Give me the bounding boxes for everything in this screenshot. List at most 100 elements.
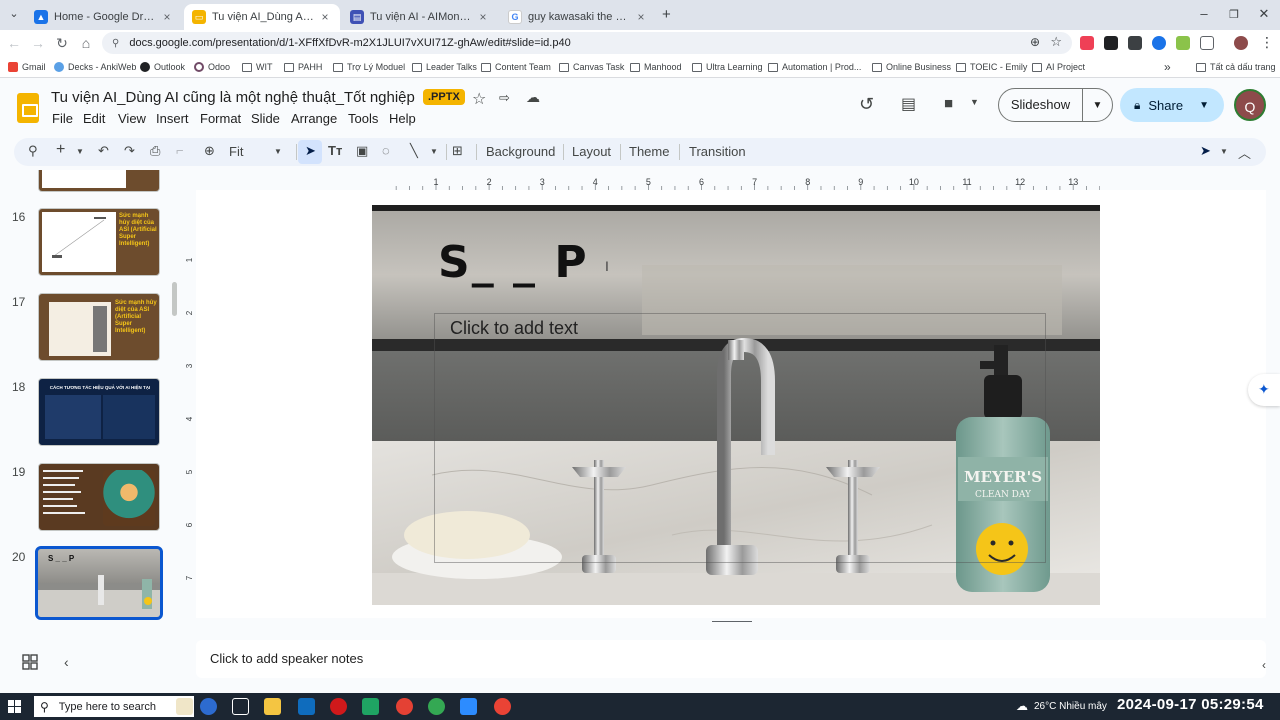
- bookmark-star-icon[interactable]: ☆: [1050, 34, 1062, 50]
- slide-thumbnail[interactable]: Sức mạnh hủy diệt của ASI (Artificial Su…: [38, 293, 160, 361]
- slide-title[interactable]: S_ _ P: [438, 237, 589, 288]
- line-icon[interactable]: ╲: [410, 143, 418, 159]
- menu-help[interactable]: Help: [389, 111, 416, 126]
- chevron-up-icon[interactable]: ︿: [1238, 143, 1251, 162]
- theme-button[interactable]: Theme: [629, 144, 669, 159]
- chevron-down-icon[interactable]: ▼: [1083, 100, 1112, 111]
- url-input[interactable]: ⚲ docs.google.com/presentation/d/1-XFffX…: [102, 32, 1072, 54]
- grid-view-icon[interactable]: [22, 654, 38, 670]
- zoom-icon[interactable]: ⊕: [204, 143, 215, 159]
- home-icon[interactable]: ⌂: [76, 34, 96, 52]
- opera-icon[interactable]: [330, 698, 347, 715]
- window-close-icon[interactable]: ✕: [1254, 6, 1274, 22]
- back-icon[interactable]: ←: [4, 34, 24, 52]
- bookmark-folder-pahh[interactable]: PAHH: [284, 59, 322, 75]
- extension-icon[interactable]: [1152, 36, 1166, 50]
- account-avatar[interactable]: Q: [1234, 89, 1266, 121]
- ai-assist-button[interactable]: ✦: [1248, 374, 1280, 406]
- close-icon[interactable]: ×: [318, 10, 332, 24]
- forward-icon[interactable]: →: [28, 34, 48, 52]
- close-icon[interactable]: ×: [634, 10, 648, 24]
- share-button[interactable]: 🔒︎ Share ▼: [1120, 88, 1224, 122]
- move-folder-icon[interactable]: ⇨: [499, 90, 510, 106]
- new-slide-icon[interactable]: +: [56, 141, 65, 159]
- bookmark-folder-content-team[interactable]: Content Team: [481, 59, 551, 75]
- puzzle-icon[interactable]: [1200, 36, 1214, 50]
- bookmark-folder-tro-ly[interactable]: Trợ Lý Moduel: [333, 59, 405, 75]
- pen-mode-icon[interactable]: ➤: [1200, 143, 1211, 159]
- chevron-down-icon[interactable]: ▼: [430, 147, 438, 156]
- document-title[interactable]: Tu viện AI_Dùng AI cũng là một nghệ thuậ…: [51, 89, 415, 106]
- layout-button[interactable]: Layout: [572, 144, 611, 159]
- bookmark-folder-ultra-learning[interactable]: Ultra Learning: [692, 59, 763, 75]
- chevron-down-icon[interactable]: ▼: [76, 147, 84, 156]
- slides-logo-icon[interactable]: [17, 93, 39, 123]
- bookmark-folder-online-business[interactable]: Online Business: [872, 59, 951, 75]
- tab-aimonastery[interactable]: ▤ Tu viện AI - AIMonastery (AIM) ×: [342, 4, 498, 30]
- undo-icon[interactable]: ↶: [98, 143, 109, 159]
- site-info-icon[interactable]: ⚲: [112, 38, 119, 49]
- chevron-down-icon[interactable]: ▼: [970, 97, 979, 107]
- bookmark-ankiweb[interactable]: Decks - AnkiWeb: [54, 59, 136, 75]
- vertical-ruler[interactable]: 1 2 3 4 5 6 7: [182, 206, 196, 606]
- file-explorer-icon[interactable]: [264, 698, 281, 715]
- close-icon[interactable]: ×: [160, 10, 174, 24]
- bookmark-folder-leader-talks[interactable]: Leader Talks: [412, 59, 477, 75]
- menu-edit[interactable]: Edit: [83, 111, 105, 126]
- extension-icon[interactable]: [1104, 36, 1118, 50]
- background-button[interactable]: Background: [486, 144, 555, 159]
- bookmark-folder-toeic[interactable]: TOEIC - Emily: [956, 59, 1027, 75]
- slide-canvas[interactable]: MEYER'S CLEAN DAY S_ _ P Click to add te…: [372, 205, 1100, 605]
- slide-thumbnail[interactable]: Sức mạnh hủy diệt của ASI (Artificial Su…: [38, 208, 160, 276]
- sticky-notes-icon[interactable]: [176, 698, 193, 715]
- chrome-icon[interactable]: [494, 698, 511, 715]
- app-icon[interactable]: [200, 698, 217, 715]
- menu-format[interactable]: Format: [200, 111, 241, 126]
- slide-thumbnail[interactable]: [38, 170, 160, 192]
- select-tool-button[interactable]: ➤: [298, 140, 322, 164]
- menu-arrange[interactable]: Arrange: [291, 111, 337, 126]
- close-icon[interactable]: ×: [476, 10, 490, 24]
- version-history-icon[interactable]: ↺: [859, 94, 874, 115]
- search-menus-icon[interactable]: ⚲: [28, 143, 38, 159]
- minimize-icon[interactable]: –: [1194, 6, 1214, 21]
- transition-button[interactable]: Transition: [689, 144, 746, 159]
- bookmark-folder-wit[interactable]: WIT: [242, 59, 273, 75]
- taskbar-search-input[interactable]: ⚲ Type here to search: [34, 696, 194, 717]
- slide-thumbnail-selected[interactable]: S _ _ P: [35, 546, 163, 620]
- star-icon[interactable]: ☆: [472, 89, 486, 109]
- chevron-down-icon[interactable]: ▼: [274, 147, 282, 156]
- print-icon[interactable]: ⎙: [150, 143, 160, 159]
- side-panel-toggle-icon[interactable]: ‹: [1262, 658, 1266, 672]
- restore-icon[interactable]: ❐: [1224, 8, 1244, 21]
- bookmark-odoo[interactable]: Odoo: [194, 59, 230, 75]
- speaker-notes[interactable]: Click to add speaker notes: [196, 640, 1266, 678]
- bookmark-folder-manhood[interactable]: Manhood: [630, 59, 682, 75]
- tab-google-search[interactable]: G guy kawasaki the art of social m ×: [500, 4, 656, 30]
- slide-thumbnail[interactable]: CÁCH TƯƠNG TÁC HIỆU QUẢ VỚI AI HIỆN TẠI: [38, 378, 160, 446]
- menu-tools[interactable]: Tools: [348, 111, 378, 126]
- shape-icon[interactable]: ◌: [382, 143, 390, 158]
- browser-menu-icon[interactable]: ⋮: [1260, 34, 1274, 51]
- chrome-profile-icon[interactable]: [428, 698, 445, 715]
- comment-add-icon[interactable]: ⊞: [452, 143, 463, 159]
- paint-format-icon[interactable]: ⌐: [176, 143, 184, 158]
- zoom-icon[interactable]: ⊕: [1030, 35, 1040, 49]
- image-icon[interactable]: ▣: [356, 143, 368, 159]
- filmstrip-scrollbar[interactable]: [172, 282, 177, 316]
- new-tab-icon[interactable]: +: [662, 6, 671, 23]
- slide-body-placeholder[interactable]: Click to add text: [434, 313, 1046, 563]
- pdf-extension-icon[interactable]: [1176, 36, 1190, 50]
- pocket-extension-icon[interactable]: [1080, 36, 1094, 50]
- chevron-down-icon[interactable]: ▼: [1199, 100, 1209, 111]
- redo-icon[interactable]: ↷: [124, 143, 135, 159]
- menu-insert[interactable]: Insert: [156, 111, 189, 126]
- menu-slide[interactable]: Slide: [251, 111, 280, 126]
- bookmark-outlook[interactable]: Outlook: [140, 59, 185, 75]
- all-bookmarks-button[interactable]: Tất cả dấu trang: [1196, 59, 1276, 75]
- bookmark-gmail[interactable]: Gmail: [8, 59, 46, 75]
- edge-icon[interactable]: [362, 698, 379, 715]
- weather-widget[interactable]: ☁ 26°C Nhiều mây: [1016, 699, 1107, 713]
- tab-search-icon[interactable]: ⌄: [6, 7, 22, 23]
- bookmarks-overflow-button[interactable]: »: [1164, 59, 1171, 75]
